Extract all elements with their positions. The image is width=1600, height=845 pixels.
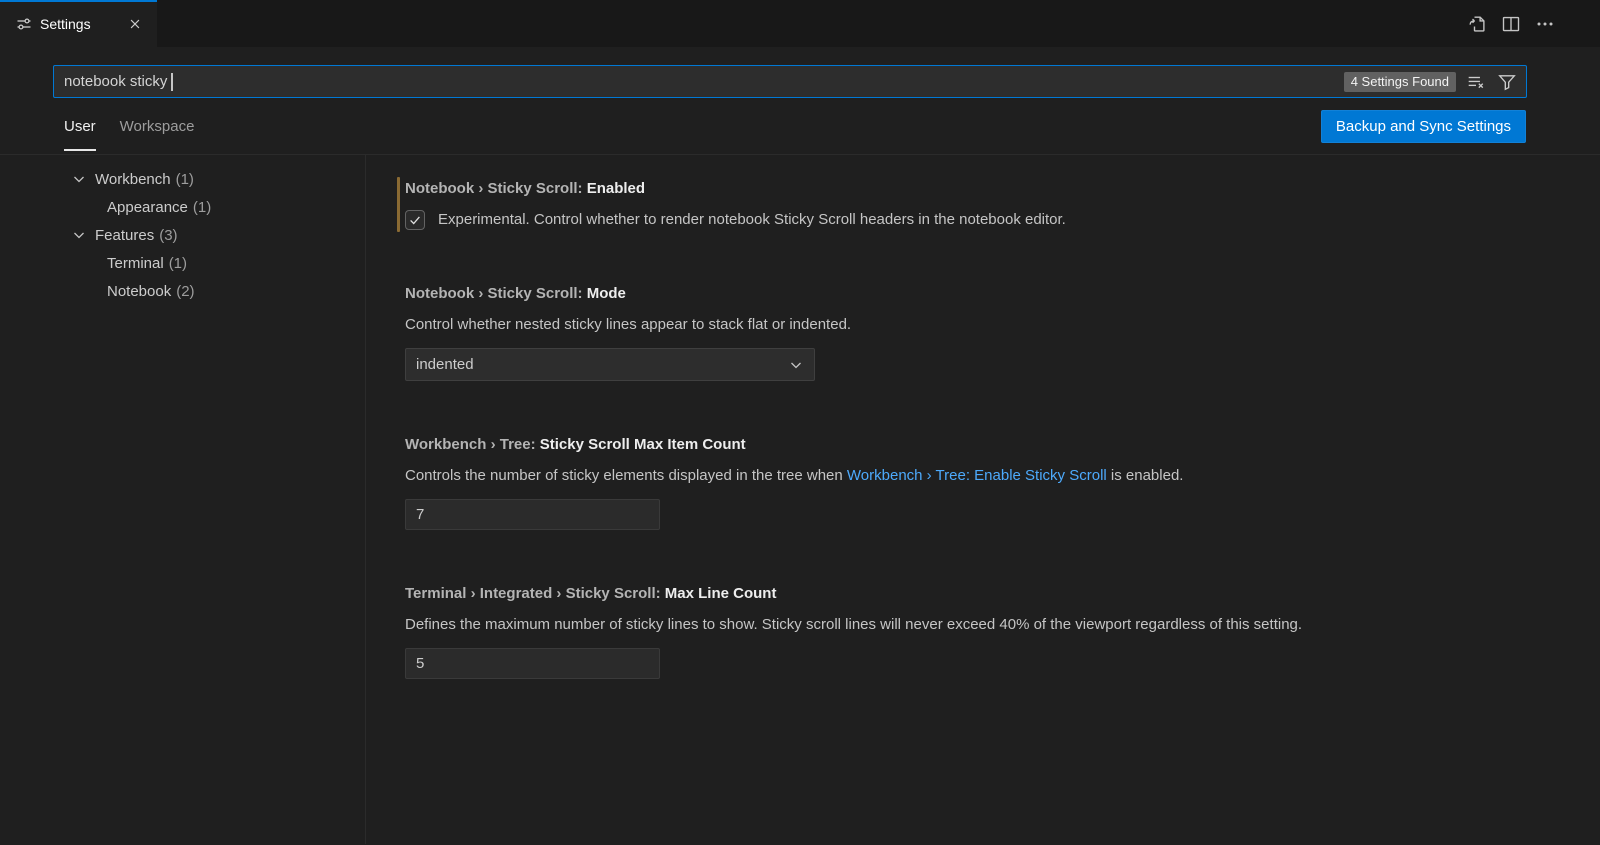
settings-header: User Workspace Backup and Sync Settings: [0, 98, 1600, 155]
settings-sliders-icon: [16, 16, 32, 32]
editor-actions: [1466, 0, 1600, 47]
setting-row-terminal-sticky-scroll-max-line-count: Terminal › Integrated › Sticky Scroll: M…: [405, 584, 1560, 679]
active-tab-indicator: [0, 0, 157, 2]
setting-name: Max Line Count: [665, 585, 777, 602]
setting-number-input-max-line-count[interactable]: [405, 648, 660, 679]
chevron-down-icon[interactable]: [71, 171, 87, 187]
toc-item-appearance[interactable]: Appearance (1): [0, 193, 365, 221]
setting-name: Mode: [587, 285, 626, 302]
tab-user[interactable]: User: [64, 98, 96, 154]
chevron-down-icon: [788, 357, 804, 373]
setting-name: Enabled: [587, 180, 645, 197]
tab-workspace[interactable]: Workspace: [120, 98, 195, 154]
clear-search-results-button[interactable]: [1465, 71, 1487, 93]
toc-item-features[interactable]: Features (3): [0, 221, 365, 249]
close-icon: [128, 17, 142, 31]
toc-count: (3): [159, 227, 177, 244]
setting-title: Notebook › Sticky Scroll: Mode: [405, 284, 1560, 304]
more-actions-icon: [1535, 14, 1555, 34]
setting-description: Defines the maximum number of sticky lin…: [405, 615, 1560, 635]
open-settings-json-button[interactable]: [1466, 13, 1488, 35]
toc-label: Terminal: [107, 255, 164, 272]
setting-row-tree-sticky-scroll-max-item-count: Workbench › Tree: Sticky Scroll Max Item…: [405, 435, 1560, 530]
settings-body: Workbench (1) Appearance (1) Features (3…: [0, 155, 1600, 844]
editor-tab-bar: Settings: [0, 0, 1600, 48]
settings-list: Notebook › Sticky Scroll: Enabled Experi…: [366, 155, 1600, 844]
toc-item-terminal[interactable]: Terminal (1): [0, 249, 365, 277]
backup-sync-settings-button[interactable]: Backup and Sync Settings: [1321, 110, 1526, 143]
setting-name: Sticky Scroll Max Item Count: [540, 436, 746, 453]
open-settings-json-icon: [1467, 14, 1487, 34]
search-query-text: notebook sticky: [64, 73, 167, 90]
tab-user-label: User: [64, 118, 96, 135]
checkbox-row: Experimental. Control whether to render …: [405, 210, 1560, 230]
clear-search-results-icon: [1467, 73, 1485, 91]
toc-count: (1): [176, 171, 194, 188]
setting-title: Terminal › Integrated › Sticky Scroll: M…: [405, 584, 1560, 604]
filter-icon: [1498, 73, 1516, 91]
active-scope-underline: [64, 149, 96, 151]
toc-label: Notebook: [107, 283, 171, 300]
select-value: indented: [416, 356, 474, 373]
more-actions-button[interactable]: [1534, 13, 1556, 35]
toc-count: (1): [169, 255, 187, 272]
setting-category: Notebook › Sticky Scroll:: [405, 285, 583, 302]
text-caret: [171, 73, 173, 91]
filter-settings-button[interactable]: [1496, 71, 1518, 93]
settings-search-row: notebook sticky 4 Settings Found: [0, 48, 1600, 98]
search-controls: 4 Settings Found: [1344, 71, 1518, 93]
setting-row-notebook-sticky-scroll-mode: Notebook › Sticky Scroll: Mode Control w…: [405, 284, 1560, 381]
setting-number-input-max-item-count[interactable]: [405, 499, 660, 530]
setting-category: Workbench › Tree:: [405, 436, 536, 453]
results-count-badge: 4 Settings Found: [1344, 72, 1456, 92]
chevron-down-icon[interactable]: [71, 227, 87, 243]
toc-label: Workbench: [95, 171, 171, 188]
setting-checkbox-checked[interactable]: [405, 210, 425, 230]
settings-search-input[interactable]: notebook sticky 4 Settings Found: [53, 65, 1527, 98]
setting-title: Notebook › Sticky Scroll: Enabled: [405, 179, 1560, 199]
toc-count: (1): [193, 199, 211, 216]
setting-description: Controls the number of sticky elements d…: [405, 466, 1560, 486]
setting-description: Control whether nested sticky lines appe…: [405, 315, 1560, 335]
description-text: Controls the number of sticky elements d…: [405, 467, 847, 484]
tab-settings[interactable]: Settings: [0, 0, 158, 47]
setting-title: Workbench › Tree: Sticky Scroll Max Item…: [405, 435, 1560, 455]
setting-select-mode[interactable]: indented: [405, 348, 815, 381]
split-editor-button[interactable]: [1500, 13, 1522, 35]
toc-label: Appearance: [107, 199, 188, 216]
split-editor-icon: [1501, 14, 1521, 34]
close-tab-button[interactable]: [125, 14, 145, 34]
description-text: is enabled.: [1107, 467, 1184, 484]
setting-row-notebook-sticky-scroll-enabled: Notebook › Sticky Scroll: Enabled Experi…: [405, 179, 1560, 230]
check-icon: [408, 213, 422, 227]
tab-title: Settings: [40, 16, 91, 32]
scope-tabs: User Workspace: [64, 98, 194, 154]
setting-category: Terminal › Integrated › Sticky Scroll:: [405, 585, 661, 602]
toc-item-workbench[interactable]: Workbench (1): [0, 165, 365, 193]
toc-label: Features: [95, 227, 154, 244]
modified-setting-indicator: [397, 177, 400, 232]
setting-link[interactable]: Workbench › Tree: Enable Sticky Scroll: [847, 467, 1107, 484]
settings-toc: Workbench (1) Appearance (1) Features (3…: [0, 155, 366, 844]
setting-description: Experimental. Control whether to render …: [438, 210, 1066, 230]
setting-category: Notebook › Sticky Scroll:: [405, 180, 583, 197]
toc-count: (2): [176, 283, 194, 300]
toc-item-notebook[interactable]: Notebook (2): [0, 277, 365, 305]
tab-workspace-label: Workspace: [120, 118, 195, 135]
